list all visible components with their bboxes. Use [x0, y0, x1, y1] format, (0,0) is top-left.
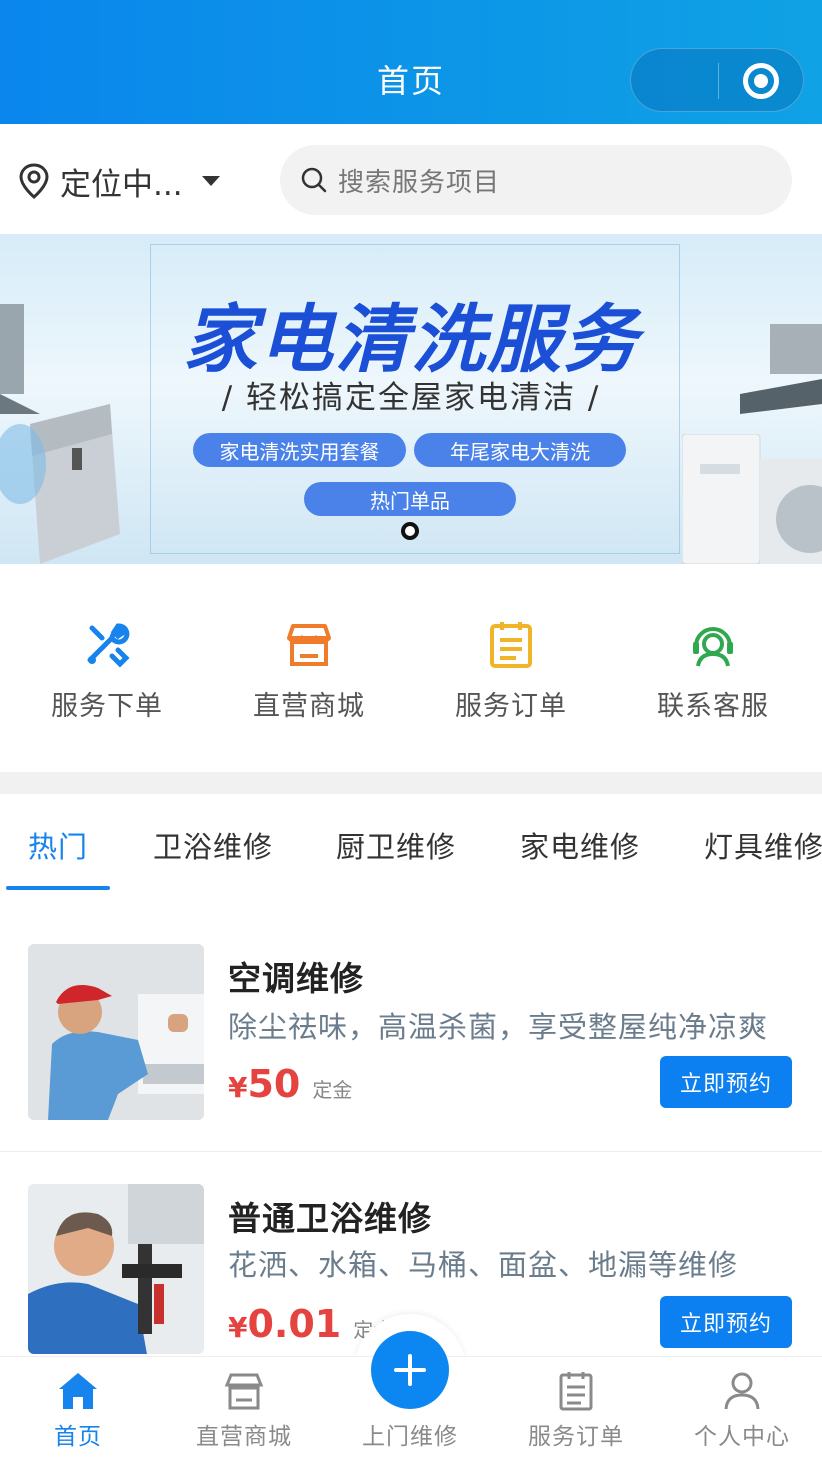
promo-banner[interactable]: 家电清洗服务 / 轻松搞定全屋家电清洁 / 家电清洗实用套餐 年尾家电大清洗 热…	[0, 234, 822, 564]
price-value: 50	[247, 1062, 301, 1106]
tab-bathroom-repair[interactable]: 卫浴维修	[153, 824, 273, 866]
nav-label: 上门维修	[362, 1424, 458, 1450]
quick-direct-mall[interactable]: 直营商城	[229, 620, 389, 723]
book-now-button[interactable]: 立即预约	[660, 1056, 792, 1108]
mini-program-capsule[interactable]	[630, 48, 804, 112]
banner-title: 家电清洗服务	[183, 297, 639, 383]
washing-machine-illustration	[760, 459, 822, 564]
carousel-indicator[interactable]	[401, 522, 419, 540]
banner-pill-package[interactable]: 家电清洗实用套餐	[193, 433, 406, 467]
location-selector[interactable]: 定位中...	[18, 156, 220, 206]
store-icon	[224, 1373, 264, 1410]
nav-label: 首页	[54, 1424, 102, 1450]
close-mini-program-icon[interactable]	[743, 63, 779, 99]
nav-profile[interactable]: 个人中心	[672, 1371, 812, 1451]
service-name: 空调维修	[228, 959, 364, 998]
banner-pill-hot[interactable]: 热门单品	[304, 482, 516, 516]
air-conditioner-illustration	[682, 434, 761, 564]
price-currency: ¥	[228, 1311, 248, 1344]
price-currency: ¥	[228, 1071, 248, 1104]
service-description: 花洒、水箱、马桶、面盆、地漏等维修	[228, 1248, 739, 1282]
search-icon	[301, 167, 327, 193]
card-divider	[0, 1151, 822, 1152]
tab-kitchen-bath-repair[interactable]: 厨卫维修	[336, 824, 456, 866]
chevron-down-icon	[202, 176, 220, 186]
service-thumbnail	[28, 1184, 204, 1354]
quick-service-orders[interactable]: 服务订单	[431, 620, 591, 723]
nav-home[interactable]: 首页	[8, 1371, 148, 1451]
header-bar: 首页	[0, 0, 822, 124]
user-icon	[724, 1372, 760, 1410]
nav-direct-mall[interactable]: 直营商城	[174, 1371, 314, 1451]
quick-contact-support[interactable]: 联系客服	[633, 620, 793, 723]
technician-photo	[28, 944, 204, 1120]
clipboard-icon	[559, 1372, 593, 1411]
nav-service-orders[interactable]: 服务订单	[506, 1371, 646, 1451]
quick-menu: 服务下单 直营商城 服务订单 联系客服	[0, 564, 822, 772]
price-value: 0.01	[247, 1302, 342, 1346]
service-description: 除尘祛味，高温杀菌，享受整屋纯净凉爽	[228, 1010, 769, 1044]
banner-subtitle: / 轻松搞定全屋家电清洁 /	[221, 380, 601, 416]
plus-icon[interactable]	[371, 1331, 449, 1409]
clipboard-icon	[490, 622, 532, 668]
service-name: 普通卫浴维修	[228, 1199, 432, 1238]
refrigerator-illustration	[0, 404, 120, 564]
service-thumbnail	[28, 944, 204, 1120]
quick-service-order[interactable]: 服务下单	[27, 620, 187, 723]
banner-pill-cleaning[interactable]: 年尾家电大清洗	[414, 433, 626, 467]
quick-label: 直营商城	[253, 691, 365, 722]
tab-appliance-repair[interactable]: 家电维修	[520, 824, 640, 866]
section-gap	[0, 772, 822, 794]
search-placeholder: 搜索服务项目	[338, 167, 501, 198]
service-price: ¥ 50 定金	[228, 1062, 352, 1106]
headset-icon	[693, 627, 733, 667]
location-label: 定位中...	[60, 166, 183, 203]
nav-label: 个人中心	[694, 1424, 790, 1450]
hood-illustration-right	[740, 324, 822, 414]
nav-label: 直营商城	[196, 1424, 292, 1450]
store-icon	[287, 624, 331, 666]
tab-hot[interactable]: 热门	[28, 824, 88, 866]
book-now-button[interactable]: 立即预约	[660, 1296, 792, 1348]
quick-label: 服务下单	[51, 691, 163, 722]
tab-active-indicator	[6, 886, 110, 890]
plumber-photo	[28, 1184, 204, 1354]
quick-label: 联系客服	[657, 691, 769, 722]
tools-icon	[87, 623, 130, 668]
capsule-divider	[718, 63, 719, 99]
quick-label: 服务订单	[455, 691, 567, 722]
price-unit: 定金	[312, 1078, 353, 1102]
location-pin-icon	[19, 163, 49, 199]
nav-label: 服务订单	[528, 1424, 624, 1450]
tab-lighting-repair[interactable]: 灯具维修	[704, 824, 822, 866]
category-tabs: 热门 卫浴维修 厨卫维修 家电维修 灯具维修	[0, 794, 822, 894]
home-icon	[59, 1373, 97, 1409]
search-box[interactable]: 搜索服务项目	[280, 145, 792, 215]
